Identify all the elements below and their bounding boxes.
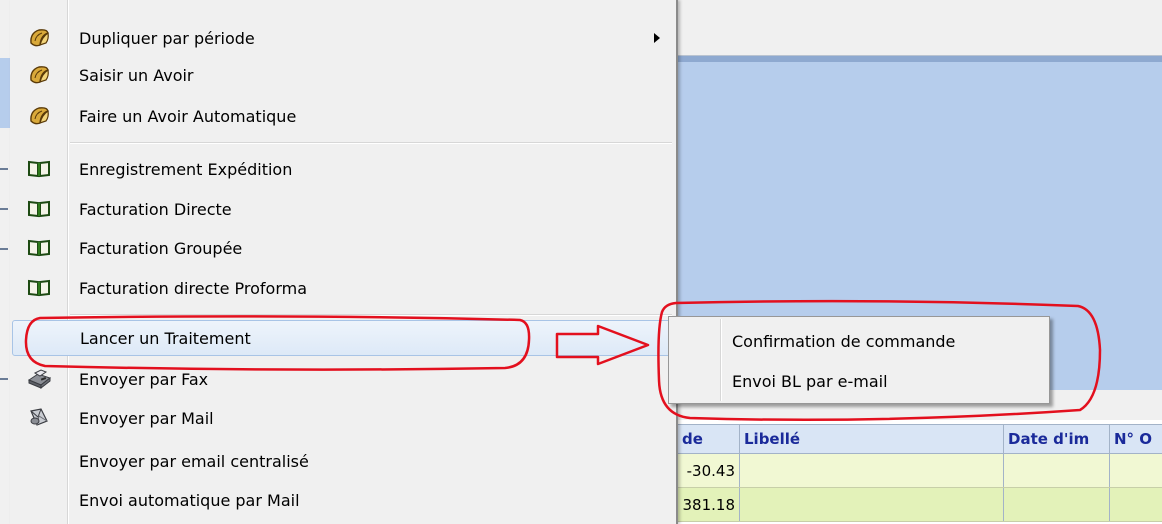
green-book-icon [26, 236, 52, 260]
green-book-icon [26, 157, 52, 181]
menu-item-label: Envoyer par Fax [79, 369, 209, 389]
menu-item-saisir-un-avoir[interactable]: Saisir un Avoir [12, 57, 674, 93]
submenu-arrow-icon [654, 33, 660, 43]
menu-item-envoyer-par-email-centralise[interactable]: Envoyer par email centralisé [12, 443, 674, 479]
context-menu: Dupliquer par période Saisir un Avoir Fa… [10, 0, 678, 524]
submenu-item-confirmation-de-commande[interactable]: Confirmation de commande [671, 322, 1047, 360]
menu-item-label: Faire un Avoir Automatique [79, 106, 297, 126]
menu-item-label: Lancer un Traitement [80, 328, 251, 348]
gold-document-icon [26, 63, 52, 87]
submenu-lancer-un-traitement: Confirmation de commande Envoi BL par e-… [668, 316, 1050, 404]
grid-cell [1110, 454, 1162, 487]
menu-item-faire-un-avoir-automatique[interactable]: Faire un Avoir Automatique [12, 98, 674, 134]
menu-item-label: Envoi automatique par Mail [79, 490, 300, 510]
green-book-icon [26, 197, 52, 221]
table-row[interactable]: -30.43 [678, 454, 1162, 488]
grid-cell [740, 488, 1004, 521]
fax-icon [26, 367, 52, 391]
grid-column-header[interactable]: de [678, 425, 740, 453]
menu-item-envoyer-par-mail[interactable]: Envoyer par Mail [12, 400, 674, 436]
grid-column-header[interactable]: Libellé [740, 425, 1004, 453]
submenu-item-label: Confirmation de commande [732, 331, 956, 351]
menu-item-envoi-automatique-par-mail[interactable]: Envoi automatique par Mail [12, 482, 674, 518]
gold-document-icon [26, 26, 52, 50]
gold-document-icon [26, 104, 52, 128]
grid-cell [740, 454, 1004, 487]
background-window-edge [0, 0, 10, 524]
menu-item-label: Envoyer par email centralisé [79, 451, 309, 471]
menu-item-label: Facturation Groupée [79, 238, 243, 258]
submenu-item-envoi-bl-par-email[interactable]: Envoi BL par e-mail [671, 362, 1047, 400]
grid-cell: 381.18 [678, 488, 740, 521]
mail-icon [26, 406, 52, 430]
table-row[interactable]: 381.18 [678, 488, 1162, 522]
menu-item-dupliquer-par-periode[interactable]: Dupliquer par période [12, 20, 674, 56]
grid-column-header[interactable]: Date d'im [1004, 425, 1110, 453]
menu-item-enregistrement-expedition[interactable]: Enregistrement Expédition [12, 151, 674, 187]
menu-item-label: Facturation Directe [79, 199, 232, 219]
grid-column-header[interactable]: N° O [1110, 425, 1162, 453]
menu-separator [70, 142, 672, 144]
menu-item-label: Dupliquer par période [79, 28, 255, 48]
menu-item-label: Enregistrement Expédition [79, 159, 293, 179]
menu-item-facturation-directe[interactable]: Facturation Directe [12, 191, 674, 227]
grid-cell: -30.43 [678, 454, 740, 487]
green-book-icon [26, 276, 52, 300]
menu-item-facturation-directe-proforma[interactable]: Facturation directe Proforma [12, 270, 674, 306]
menu-item-label: Saisir un Avoir [79, 65, 194, 85]
submenu-item-label: Envoi BL par e-mail [732, 371, 888, 391]
menu-item-label: Envoyer par Mail [79, 408, 214, 428]
menu-item-lancer-un-traitement[interactable]: Lancer un Traitement [12, 320, 674, 356]
data-grid: de Libellé Date d'im N° O -30.43 381.18 [678, 424, 1162, 522]
grid-cell [1110, 488, 1162, 521]
grid-cell [1004, 454, 1110, 487]
background-toolbar [678, 0, 1162, 56]
menu-separator [70, 314, 672, 316]
menu-item-envoyer-par-fax[interactable]: Envoyer par Fax [12, 361, 674, 397]
menu-item-facturation-groupee[interactable]: Facturation Groupée [12, 230, 674, 266]
menu-item-label: Facturation directe Proforma [79, 278, 308, 298]
grid-header: de Libellé Date d'im N° O [678, 424, 1162, 454]
grid-cell [1004, 488, 1110, 521]
